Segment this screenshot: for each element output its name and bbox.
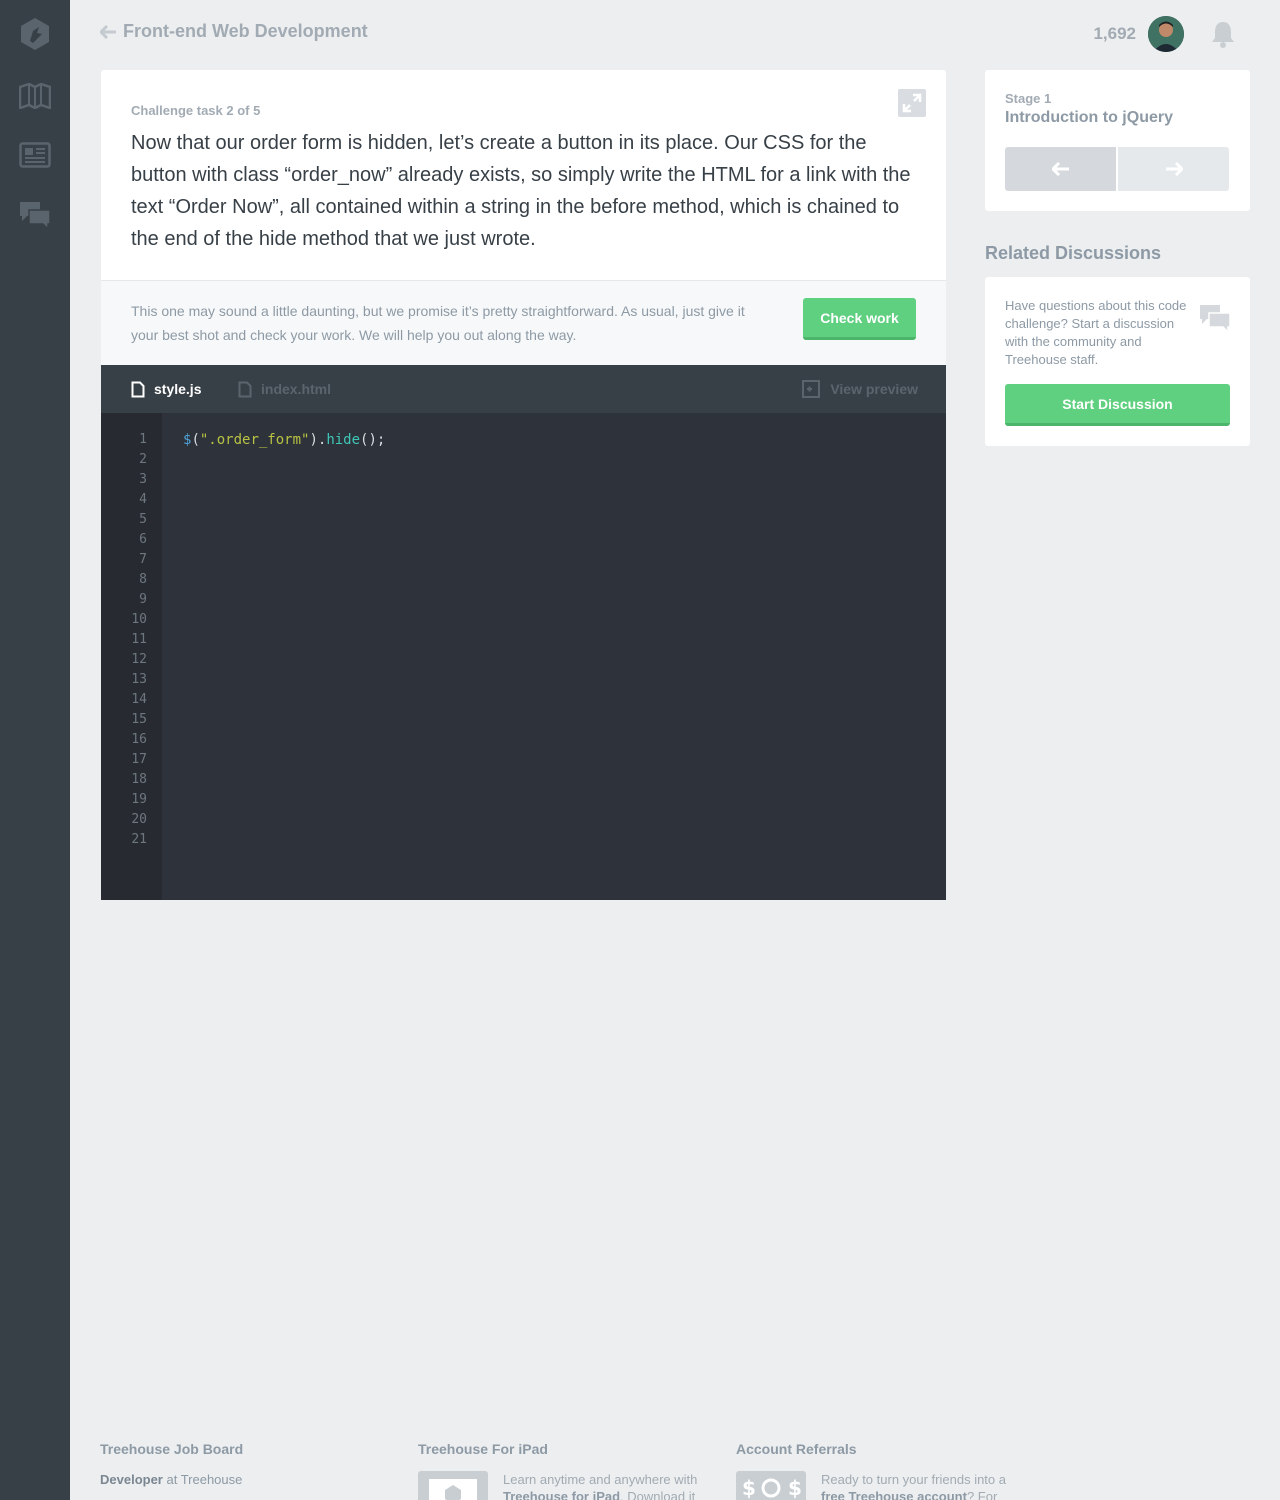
file-icon (131, 381, 145, 397)
code-token: ). (309, 432, 327, 448)
code-input[interactable]: $(".order_form").hide(); (183, 430, 385, 450)
footer-referrals: Account Referrals $ $ Ready to turn your … (736, 1441, 1021, 1500)
referrals-link[interactable]: free Treehouse account (821, 1489, 967, 1500)
back-link-label: Front-end Web Development (123, 21, 368, 41)
tab-label: style.js (154, 381, 202, 397)
code-editor: style.js index.html View preview 1234567… (101, 365, 946, 900)
stage-label: Stage 1 (1005, 91, 1052, 106)
previous-task-button[interactable] (1005, 147, 1116, 191)
challenge-question: Now that our order form is hidden, let’s… (131, 132, 911, 250)
footer-job-board: Treehouse Job Board Developer at Treehou… (100, 1441, 243, 1487)
line-number: 12 (131, 652, 147, 667)
line-number: 20 (131, 812, 147, 827)
check-work-button[interactable]: Check work (803, 298, 916, 340)
discussion-card: Have questions about this code challenge… (985, 277, 1250, 446)
stage-card: Stage 1 Introduction to jQuery (985, 70, 1250, 211)
next-task-button[interactable] (1118, 147, 1229, 191)
line-number: 5 (139, 512, 147, 527)
svg-text:$: $ (788, 1476, 802, 1500)
topbar: Front-end Web Development 1,692 (70, 0, 1280, 66)
arrow-left-icon (1051, 162, 1069, 176)
hint-bar: This one may sound a little daunting, bu… (101, 280, 946, 365)
view-preview-label: View preview (830, 381, 918, 397)
footer-title: Treehouse For iPad (418, 1441, 548, 1457)
news-icon[interactable] (19, 139, 51, 171)
tab-style-js[interactable]: style.js (131, 365, 201, 413)
line-number: 8 (139, 572, 147, 587)
file-icon (238, 381, 252, 397)
footer-ipad: Treehouse For iPad Learn anytime and any… (418, 1441, 703, 1500)
referrals-text-end: ? For (966, 1489, 998, 1500)
line-numbers: 1 2 3 4 5 6 7 8 9 10 11 12 13 14 15 16 17 18 19 20 21 (101, 430, 147, 850)
line-number: 13 (131, 672, 147, 687)
back-link[interactable]: Front-end Web Development (100, 21, 368, 42)
sidebar (0, 0, 70, 1500)
referrals-image: $ $ (736, 1471, 806, 1500)
avatar[interactable] (1148, 16, 1184, 52)
line-number: 9 (139, 592, 147, 607)
footer-title: Account Referrals (736, 1441, 857, 1457)
line-number: 4 (139, 492, 147, 507)
line-number: 1 (139, 432, 147, 447)
job-role: Developer (100, 1472, 163, 1487)
code-token: ( (191, 432, 200, 448)
bell-icon[interactable] (1210, 20, 1236, 53)
referrals-text: Ready to turn your friends into a (821, 1472, 1006, 1487)
expand-icon[interactable] (898, 89, 926, 117)
line-number: 16 (131, 732, 147, 747)
code-token: (); (360, 432, 386, 448)
discussion-icon (1199, 304, 1231, 339)
map-icon[interactable] (19, 80, 51, 112)
line-number: 19 (131, 792, 147, 807)
hint-text: This one may sound a little daunting, bu… (131, 303, 745, 343)
chat-icon[interactable] (19, 200, 51, 232)
treehouse-logo-icon[interactable] (19, 18, 51, 50)
line-number: 2 (139, 452, 147, 467)
task-label: Challenge task 2 of 5 (131, 103, 261, 118)
preview-icon (802, 380, 821, 398)
line-number: 21 (131, 832, 147, 847)
line-number: 10 (131, 612, 147, 627)
job-listing[interactable]: Developer at Treehouse (100, 1472, 243, 1487)
challenge-card: Challenge task 2 of 5 Now that our order… (101, 70, 946, 365)
line-number: 17 (131, 752, 147, 767)
line-number: 6 (139, 532, 147, 547)
footer-title: Treehouse Job Board (100, 1441, 244, 1457)
line-number: 15 (131, 712, 147, 727)
stage-title: Introduction to jQuery (1005, 109, 1173, 126)
points-count: 1,692 (1093, 24, 1136, 43)
line-number: 18 (131, 772, 147, 787)
ipad-link[interactable]: Treehouse for iPad (503, 1489, 620, 1500)
line-gutter: 1 2 3 4 5 6 7 8 9 10 11 12 13 14 15 16 17 18 19 20 21 (101, 413, 162, 900)
related-discussions-title: Related Discussions (985, 243, 1162, 263)
line-number: 11 (131, 632, 147, 647)
ipad-image (418, 1471, 488, 1500)
line-number: 3 (139, 472, 147, 487)
arrow-right-icon (1165, 162, 1183, 176)
back-arrow-icon (100, 24, 116, 39)
ipad-description: Learn anytime and anywhere with Treehous… (503, 1471, 703, 1500)
tab-index-html[interactable]: index.html (238, 365, 331, 413)
code-token: hide (326, 432, 361, 448)
code-token: ".order_form" (199, 432, 310, 448)
line-number: 7 (139, 552, 147, 567)
svg-text:$: $ (742, 1476, 756, 1500)
ipad-text: Learn anytime and anywhere with (503, 1472, 698, 1487)
referrals-description: Ready to turn your friends into a free T… (821, 1471, 1021, 1500)
view-preview-button[interactable]: View preview (802, 365, 918, 413)
line-number: 14 (131, 692, 147, 707)
discussion-text: Have questions about this code challenge… (1005, 298, 1187, 367)
job-company: at Treehouse (162, 1472, 243, 1487)
editor-tabs: style.js index.html View preview (101, 365, 946, 413)
tab-label: index.html (261, 381, 332, 397)
start-discussion-button[interactable]: Start Discussion (1005, 384, 1230, 426)
ipad-text-end: . Download it (620, 1489, 696, 1500)
